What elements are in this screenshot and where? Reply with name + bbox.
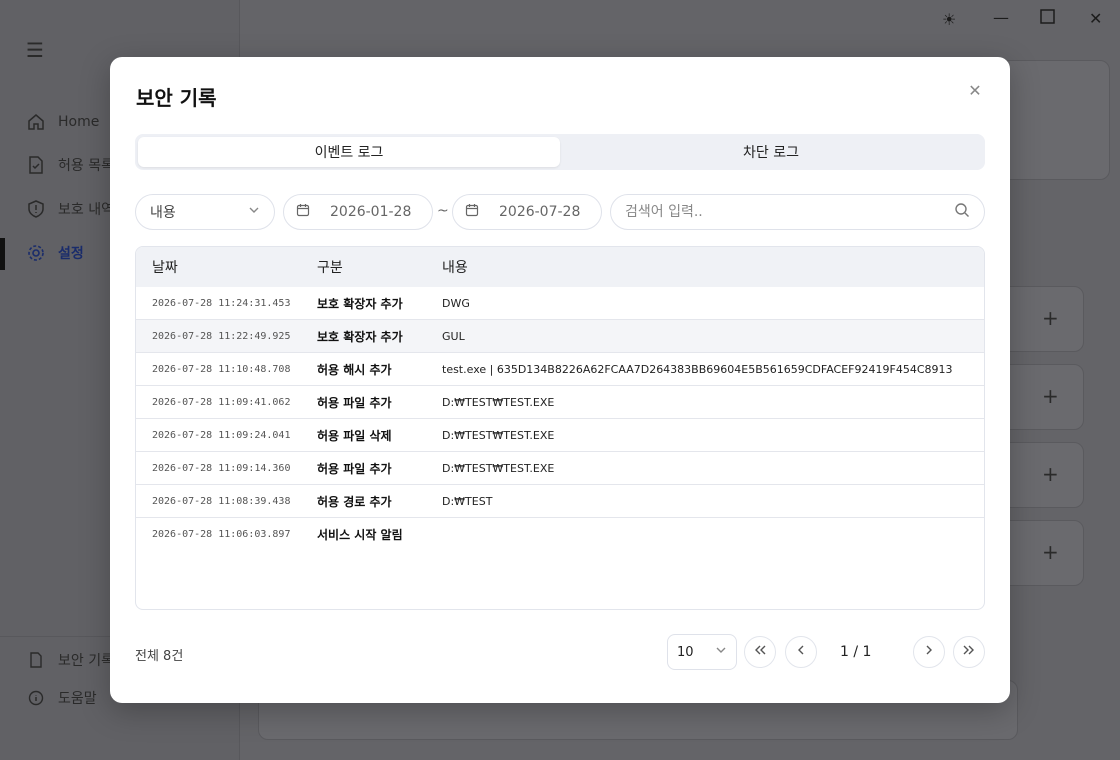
cell-content: D:₩TEST₩TEST.EXE [442,461,555,475]
total-count: 전체 8건 [135,649,184,664]
chevrons-left-icon [753,644,767,660]
close-icon[interactable]: ✕ [966,81,984,100]
table-row[interactable]: 2026-07-28 11:24:31.453 보호 확장자 추가 DWG [136,287,984,320]
table-row[interactable]: 2026-07-28 11:10:48.708 허용 해시 추가 test.ex… [136,353,984,386]
cell-content: D:₩TEST₩TEST.EXE [442,395,555,409]
cell-date: 2026-07-28 11:08:39.438 [152,495,291,507]
chevron-down-icon [715,644,727,660]
security-log-dialog: 보안 기록 ✕ 이벤트 로그 차단 로그 내용 2026-01-28 ~ 202… [110,57,1010,703]
date-from-field[interactable]: 2026-01-28 [283,194,433,230]
cell-type: 허용 경로 추가 [317,494,392,509]
column-header-content[interactable]: 내용 [426,257,984,277]
cell-content: DWG [442,296,470,310]
table-row[interactable]: 2026-07-28 11:09:41.062 허용 파일 추가 D:₩TEST… [136,386,984,419]
cell-date: 2026-07-28 11:09:24.041 [152,429,291,441]
log-table: 날짜 구분 내용 2026-07-28 11:24:31.453 보호 확장자 … [135,246,985,610]
cell-date: 2026-07-28 11:10:48.708 [152,363,291,375]
calendar-icon [296,203,310,221]
chevron-right-icon [924,644,934,660]
filter-type-value: 내용 [150,205,176,221]
cell-type: 허용 파일 추가 [317,395,392,410]
tab-block-log[interactable]: 차단 로그 [560,137,982,167]
last-page-button[interactable] [953,636,985,668]
search-box [610,194,985,230]
cell-type: 허용 파일 추가 [317,461,392,476]
prev-page-button[interactable] [785,636,817,668]
cell-content: D:₩TEST [442,494,493,508]
search-input[interactable] [625,204,925,220]
cell-content: test.exe | 635D134B8226A62FCAA7D264383BB… [442,362,953,376]
log-tabs: 이벤트 로그 차단 로그 [135,134,985,170]
cell-date: 2026-07-28 11:09:41.062 [152,396,291,408]
cell-type: 보호 확장자 추가 [317,296,403,311]
page-size-value: 10 [677,644,694,660]
date-to-value: 2026-07-28 [499,204,581,220]
cell-type: 보호 확장자 추가 [317,329,403,344]
column-header-date[interactable]: 날짜 [136,257,301,277]
chevron-down-icon [248,204,260,220]
column-header-type[interactable]: 구분 [301,257,426,277]
table-row[interactable]: 2026-07-28 11:09:14.360 허용 파일 추가 D:₩TEST… [136,452,984,485]
date-to-field[interactable]: 2026-07-28 [452,194,602,230]
table-row[interactable]: 2026-07-28 11:08:39.438 허용 경로 추가 D:₩TEST [136,485,984,518]
cell-content: D:₩TEST₩TEST.EXE [442,428,555,442]
dialog-title: 보안 기록 [136,86,217,110]
cell-type: 허용 파일 삭제 [317,428,392,443]
page-indicator: 1 / 1 [840,644,872,660]
cell-date: 2026-07-28 11:22:49.925 [152,330,291,342]
calendar-icon [465,203,479,221]
date-from-value: 2026-01-28 [330,204,412,220]
next-page-button[interactable] [913,636,945,668]
cell-type: 허용 해시 추가 [317,362,392,377]
search-icon[interactable] [954,202,970,222]
table-row[interactable]: 2026-07-28 11:09:24.041 허용 파일 삭제 D:₩TEST… [136,419,984,452]
table-row[interactable]: 2026-07-28 11:06:03.897 서비스 시작 알림 [136,518,984,551]
cell-date: 2026-07-28 11:24:31.453 [152,297,291,309]
cell-content: GUL [442,329,465,343]
table-row[interactable]: 2026-07-28 11:22:49.925 보호 확장자 추가 GUL [136,320,984,353]
page-size-select[interactable]: 10 [667,634,737,670]
filter-type-select[interactable]: 내용 [135,194,275,230]
date-separator: ~ [437,203,449,219]
cell-date: 2026-07-28 11:06:03.897 [152,529,291,540]
table-header: 날짜 구분 내용 [136,247,984,287]
tab-event-log[interactable]: 이벤트 로그 [138,137,560,167]
chevron-left-icon [796,644,806,660]
cell-type: 서비스 시작 알림 [317,528,403,542]
chevrons-right-icon [962,644,976,660]
first-page-button[interactable] [744,636,776,668]
cell-date: 2026-07-28 11:09:14.360 [152,462,291,474]
